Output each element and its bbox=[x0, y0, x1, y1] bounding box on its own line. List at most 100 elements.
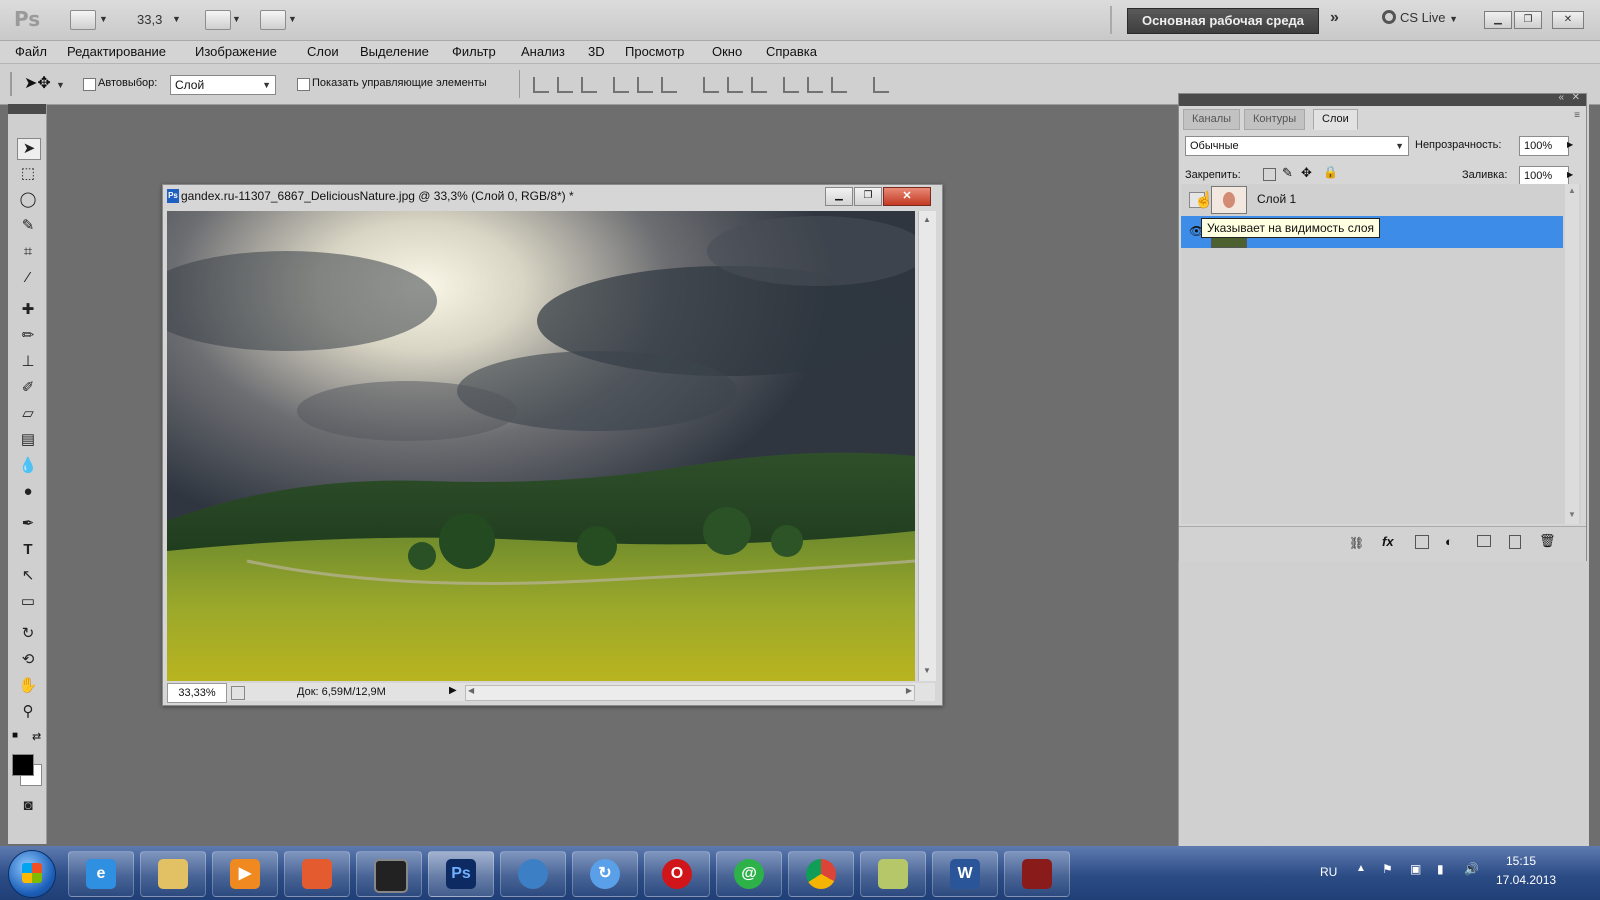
zoom-level[interactable]: 33,3 bbox=[137, 12, 162, 27]
tab-paths[interactable]: Контуры bbox=[1244, 109, 1306, 130]
doc-minimize-button[interactable]: ▁ bbox=[825, 187, 853, 206]
menu-analysis[interactable]: Анализ bbox=[521, 44, 565, 59]
new-group-icon[interactable] bbox=[1477, 535, 1491, 547]
brush-tool-icon[interactable]: ✏ bbox=[17, 326, 39, 346]
arrange-documents-icon[interactable] bbox=[205, 10, 231, 30]
lock-all-icon[interactable]: 🔒 bbox=[1323, 165, 1338, 179]
launch-bridge-icon[interactable] bbox=[70, 10, 96, 30]
vertical-scrollbar[interactable]: ▲ ▼ bbox=[918, 211, 936, 681]
chevron-down-icon[interactable]: ▼ bbox=[99, 14, 108, 24]
taskbar-item-app12[interactable] bbox=[860, 851, 926, 897]
network-icon[interactable]: ▮ bbox=[1437, 862, 1444, 876]
zoom-tool-icon[interactable]: ⚲ bbox=[17, 702, 39, 722]
menu-window[interactable]: Окно bbox=[712, 44, 742, 59]
start-button[interactable] bbox=[8, 850, 56, 898]
auto-align-icon[interactable] bbox=[873, 77, 889, 93]
healing-brush-tool-icon[interactable]: ✚ bbox=[17, 300, 39, 320]
menu-filter[interactable]: Фильтр bbox=[452, 44, 496, 59]
shape-tool-icon[interactable]: ▭ bbox=[17, 592, 39, 612]
opacity-arrow-icon[interactable]: ▶ bbox=[1567, 140, 1573, 149]
action-center-flag-icon[interactable]: ⚑ bbox=[1382, 862, 1393, 876]
fill-arrow-icon[interactable]: ▶ bbox=[1567, 170, 1573, 179]
layer-row[interactable]: Слой 1 bbox=[1181, 184, 1563, 216]
move-tool-preset-icon[interactable]: ➤✥ bbox=[24, 73, 51, 93]
image-canvas[interactable] bbox=[137, 211, 927, 681]
workspace-button[interactable]: Основная рабочая среда bbox=[1127, 8, 1319, 34]
menu-3d[interactable]: 3D bbox=[588, 44, 605, 59]
history-brush-tool-icon[interactable]: ✐ bbox=[17, 378, 39, 398]
menu-view[interactable]: Просмотр bbox=[625, 44, 684, 59]
collapse-icon[interactable]: « bbox=[1558, 92, 1564, 103]
align-top-icon[interactable] bbox=[533, 77, 549, 93]
3d-rotate-tool-icon[interactable]: ↻ bbox=[17, 624, 39, 644]
marquee-tool-icon[interactable]: ⬚ bbox=[17, 164, 39, 184]
taskbar-item-app5[interactable] bbox=[356, 851, 422, 897]
close-button[interactable]: ✕ bbox=[1552, 11, 1584, 29]
scroll-down-icon[interactable]: ▼ bbox=[1568, 510, 1576, 519]
cs-live-button[interactable]: CS Live ▼ bbox=[1382, 10, 1458, 25]
lock-pixels-icon[interactable]: ✎ bbox=[1282, 165, 1293, 181]
panel-close-icon[interactable]: ✕ bbox=[1572, 92, 1580, 103]
gradient-tool-icon[interactable]: ▤ bbox=[17, 430, 39, 450]
crop-tool-icon[interactable]: ⌗ bbox=[17, 242, 39, 262]
type-tool-icon[interactable]: T bbox=[17, 540, 39, 560]
autoselect-checkbox[interactable] bbox=[83, 78, 96, 91]
taskbar-item-app7[interactable] bbox=[500, 851, 566, 897]
clock-date[interactable]: 17.04.2013 bbox=[1496, 873, 1556, 887]
pen-tool-icon[interactable]: ✒ bbox=[17, 514, 39, 534]
scroll-left-icon[interactable]: ◀ bbox=[468, 686, 474, 695]
quick-mask-icon[interactable]: ◙ bbox=[17, 796, 39, 816]
taskbar-item-app4[interactable] bbox=[284, 851, 350, 897]
distribute-left-icon[interactable] bbox=[783, 77, 799, 93]
swap-colors-icon[interactable]: ⇄ bbox=[32, 730, 41, 743]
quick-select-tool-icon[interactable]: ✎ bbox=[17, 216, 39, 236]
panel-menu-icon[interactable]: ≡ bbox=[1574, 110, 1580, 121]
scroll-up-icon[interactable]: ▲ bbox=[923, 215, 931, 224]
tray-expand-icon[interactable]: ▲ bbox=[1356, 863, 1366, 874]
distribute-hcenter-icon[interactable] bbox=[807, 77, 823, 93]
status-arrow-icon[interactable]: ▶ bbox=[449, 685, 457, 696]
fill-input[interactable]: 100% bbox=[1519, 166, 1569, 186]
chevron-down-icon[interactable]: ▼ bbox=[56, 80, 65, 90]
distribute-right-icon[interactable] bbox=[831, 77, 847, 93]
double-chevron-right-icon[interactable]: » bbox=[1330, 9, 1339, 27]
new-layer-icon[interactable] bbox=[1509, 535, 1521, 549]
taskbar-item-word[interactable]: W bbox=[932, 851, 998, 897]
scroll-right-icon[interactable]: ▶ bbox=[906, 686, 912, 695]
menu-select[interactable]: Выделение bbox=[360, 44, 429, 59]
menu-edit[interactable]: Редактирование bbox=[67, 44, 166, 59]
horizontal-scrollbar[interactable]: ◀ ▶ bbox=[465, 685, 915, 701]
tab-channels[interactable]: Каналы bbox=[1183, 109, 1241, 130]
align-vcenter-icon[interactable] bbox=[557, 77, 573, 93]
taskbar-item-opera[interactable]: O bbox=[644, 851, 710, 897]
add-mask-icon[interactable] bbox=[1415, 535, 1429, 549]
layers-scrollbar[interactable]: ▲ ▼ bbox=[1565, 184, 1579, 524]
clone-stamp-tool-icon[interactable]: ⊥ bbox=[17, 352, 39, 372]
align-right-icon[interactable] bbox=[661, 77, 677, 93]
scroll-up-icon[interactable]: ▲ bbox=[1568, 186, 1576, 195]
3d-orbit-tool-icon[interactable]: ⟲ bbox=[17, 650, 39, 670]
adjustment-layer-icon[interactable]: ◐ bbox=[1445, 534, 1453, 549]
screen-mode-icon[interactable] bbox=[260, 10, 286, 30]
taskbar-item-app14[interactable] bbox=[1004, 851, 1070, 897]
link-layers-icon[interactable]: ⛓ bbox=[1349, 536, 1364, 550]
align-left-icon[interactable] bbox=[613, 77, 629, 93]
show-controls-checkbox[interactable] bbox=[297, 78, 310, 91]
autoselect-select[interactable]: Слой ▼ bbox=[170, 75, 276, 95]
path-select-tool-icon[interactable]: ↖ bbox=[17, 566, 39, 586]
opacity-input[interactable]: 100% bbox=[1519, 136, 1569, 156]
align-bottom-icon[interactable] bbox=[581, 77, 597, 93]
chevron-down-icon[interactable]: ▼ bbox=[232, 14, 241, 24]
fx-icon[interactable]: fx bbox=[1382, 534, 1394, 549]
eyedropper-tool-icon[interactable]: ⁄ bbox=[17, 268, 39, 288]
zoom-field[interactable]: 33,33% bbox=[167, 683, 227, 703]
blend-mode-select[interactable]: Обычные ▼ bbox=[1185, 136, 1409, 156]
doc-restore-button[interactable]: ❐ bbox=[854, 187, 882, 206]
menu-file[interactable]: Файл bbox=[15, 44, 47, 59]
foreground-color-swatch[interactable] bbox=[12, 754, 34, 776]
blur-tool-icon[interactable]: 💧 bbox=[17, 456, 39, 476]
distribute-bottom-icon[interactable] bbox=[751, 77, 767, 93]
tray-device-icon[interactable]: ▣ bbox=[1410, 862, 1421, 876]
taskbar-item-media[interactable]: ▶ bbox=[212, 851, 278, 897]
eraser-tool-icon[interactable]: ▱ bbox=[17, 404, 39, 424]
